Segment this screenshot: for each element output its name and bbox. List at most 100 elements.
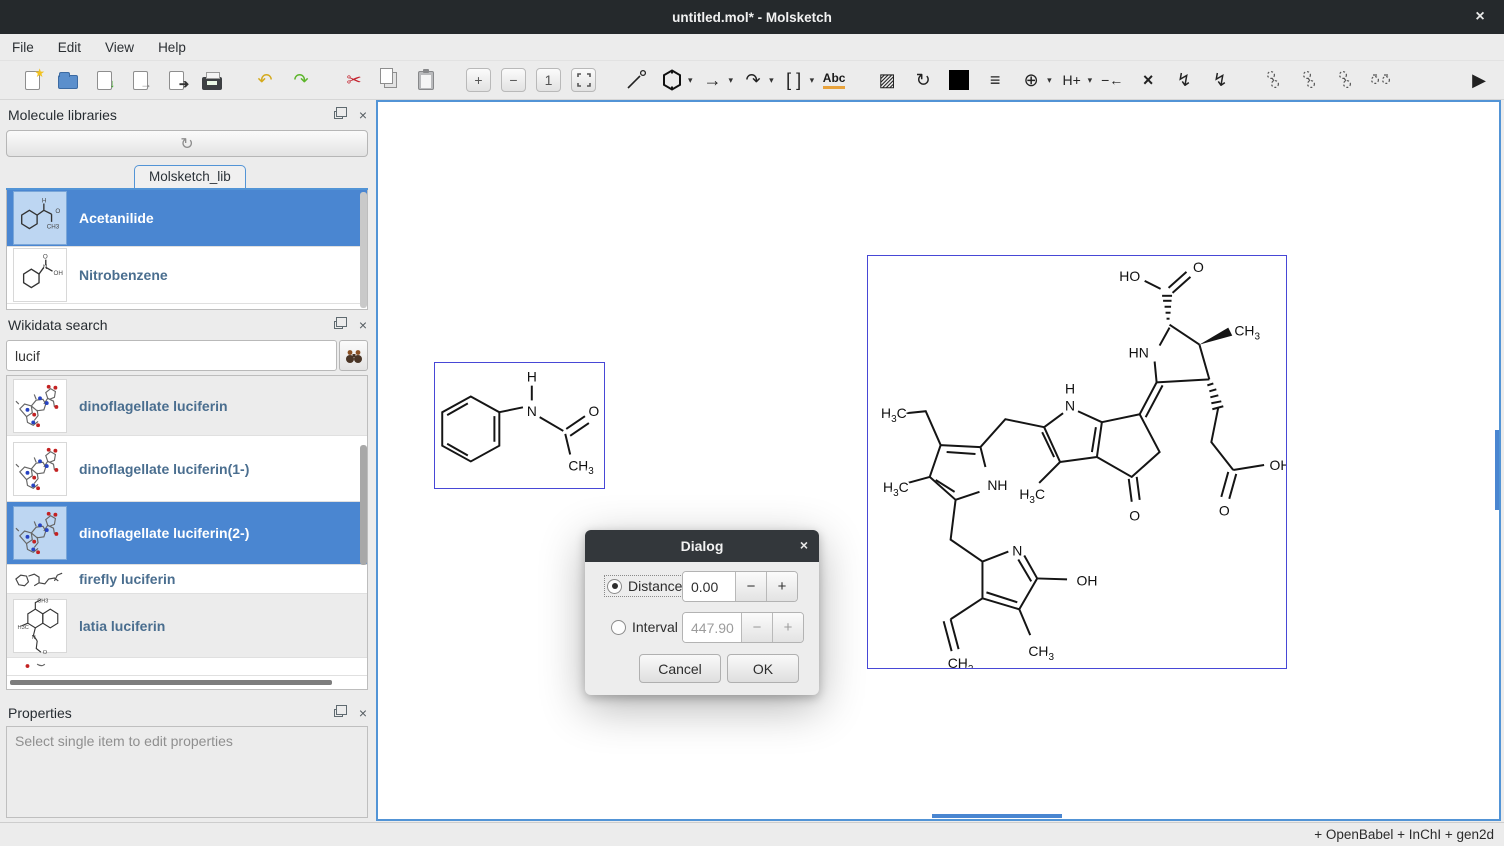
toolbar-overflow-button[interactable]: ▶ [1466, 67, 1492, 93]
wikidata-item-partial[interactable] [7, 658, 367, 676]
distance-value-field[interactable]: 0.00 [683, 572, 735, 601]
drawing-canvas[interactable]: HNOCH3 [376, 100, 1501, 821]
zoom-fit-button[interactable] [571, 68, 596, 92]
svg-text:H3C: H3C [883, 479, 909, 499]
hydrogen-add-tool-dropdown[interactable]: ▾ [1088, 75, 1093, 86]
canvas-hscroll-thumb[interactable] [932, 814, 1062, 818]
reaction-arrow-tool[interactable]: → [700, 67, 726, 93]
obabel-optimize-tool-2[interactable] [1296, 67, 1322, 93]
wikidata-item-firefly-luciferin[interactable]: firefly luciferin [7, 565, 367, 594]
interval-radio[interactable] [611, 620, 626, 635]
color-swatch-button[interactable] [946, 67, 972, 93]
svg-text:H: H [42, 198, 47, 205]
undo-button[interactable]: ↶ [252, 67, 278, 93]
zoom-original-button[interactable]: 1 [536, 68, 561, 92]
svg-text:N: N [1012, 543, 1022, 559]
library-item-nitrobenzene[interactable]: ONOHNitrobenzene [7, 247, 367, 304]
properties-placeholder: Select single item to edit properties [7, 727, 367, 755]
reaction-arrow-tool-dropdown[interactable]: ▾ [729, 75, 734, 86]
obabel-optimize-tool-3[interactable] [1332, 67, 1358, 93]
library-item-acetanilide[interactable]: HOCH3Acetanilide [7, 190, 367, 247]
obabel-optimize-tool-4[interactable] [1368, 67, 1394, 93]
distance-radio[interactable] [607, 579, 622, 594]
menu-edit[interactable]: Edit [46, 36, 93, 59]
save-button[interactable]: ↓ [91, 67, 117, 93]
dialog-window[interactable]: Dialog × Distance 0.00 − + Interval 447.… [585, 530, 819, 695]
draw-bond-tool[interactable] [623, 67, 649, 93]
zoom-out-button[interactable]: − [501, 68, 526, 92]
dialog-titlebar[interactable]: Dialog × [585, 530, 819, 562]
new-file-button[interactable]: ★ [19, 67, 45, 93]
wikidata-hscrollbar[interactable] [10, 680, 332, 685]
bracket-tool-dropdown[interactable]: ▾ [810, 75, 815, 86]
print-button[interactable] [199, 67, 225, 93]
bracket-tool[interactable]: [ ] [781, 67, 807, 93]
interval-decrement-button[interactable]: − [741, 613, 772, 642]
curved-arrow-tool[interactable]: ↷ [740, 67, 766, 93]
distance-radio-label: Distance [628, 578, 682, 594]
wikidata-close-icon[interactable]: × [359, 318, 367, 332]
wikidata-search-button[interactable] [339, 340, 368, 371]
ring-tool-dropdown[interactable]: ▾ [688, 75, 693, 86]
zoom-in-button[interactable]: + [466, 68, 491, 92]
obabel-optimize-tool-1[interactable] [1260, 67, 1286, 93]
cancel-button[interactable]: Cancel [639, 654, 721, 683]
window-titlebar[interactable]: untitled.mol* - Molsketch × [0, 0, 1504, 34]
delete-tool[interactable]: × [1135, 67, 1161, 93]
wikidata-float-icon[interactable] [334, 321, 343, 329]
library-refresh-button[interactable]: ↻ [6, 130, 368, 157]
dialog-title: Dialog [681, 538, 724, 554]
wikidata-item-latia-luciferin[interactable]: CH3H3CNOlatia luciferin [7, 594, 367, 658]
svg-text:H: H [1065, 380, 1075, 396]
properties-close-icon[interactable]: × [359, 706, 367, 720]
properties-float-icon[interactable] [334, 709, 343, 717]
export-button[interactable]: ➔ [163, 67, 189, 93]
selection-tool[interactable]: ▨ [874, 67, 900, 93]
status-bar: + OpenBabel + InChI + gen2d [0, 822, 1504, 846]
distance-decrement-button[interactable]: − [735, 572, 766, 601]
libraries-panel-header: Molecule libraries × [0, 103, 375, 127]
charge-tool[interactable]: ⊕ [1018, 67, 1044, 93]
hydrogen-remove-tool[interactable]: −← [1099, 67, 1125, 93]
charge-tool-dropdown[interactable]: ▾ [1047, 75, 1052, 86]
bond-wedge-tool[interactable]: ↯ [1171, 67, 1197, 93]
rotate-tool[interactable]: ↻ [910, 67, 936, 93]
interval-value-field[interactable]: 447.90 [683, 613, 741, 642]
libraries-close-icon[interactable]: × [359, 108, 367, 122]
cut-button[interactable]: ✂ [341, 67, 367, 93]
svg-text:OH: OH [1077, 572, 1098, 588]
library-vscrollbar[interactable] [360, 192, 367, 308]
open-button[interactable] [55, 67, 81, 93]
wikidata-item-dinoflagellate-luciferin[interactable]: dinoflagellate luciferin [7, 376, 367, 436]
tab-molsketch-lib[interactable]: Molsketch_lib [134, 165, 246, 188]
svg-text:CH2: CH2 [948, 655, 974, 668]
bond-hash-tool[interactable]: ↯ [1207, 67, 1233, 93]
hydrogen-add-tool[interactable]: H+ [1059, 67, 1085, 93]
distance-increment-button[interactable]: + [766, 572, 797, 601]
menu-file[interactable]: File [0, 36, 46, 59]
interval-radio-label: Interval [632, 619, 678, 635]
libraries-float-icon[interactable] [334, 111, 343, 119]
molecule-acetanilide[interactable]: HNOCH3 [434, 362, 605, 489]
menu-view[interactable]: View [93, 36, 146, 59]
menu-help[interactable]: Help [146, 36, 198, 59]
curved-arrow-tool-dropdown[interactable]: ▾ [769, 75, 774, 86]
import-button[interactable]: → [127, 67, 153, 93]
wikidata-vscrollbar[interactable] [360, 445, 367, 565]
wikidata-item-dinoflagellate-luciferin-2[interactable]: dinoflagellate luciferin(2-) [7, 502, 367, 565]
wikidata-item-dinoflagellate-luciferin-1[interactable]: dinoflagellate luciferin(1-) [7, 436, 367, 502]
window-close-button[interactable]: × [1470, 8, 1490, 26]
svg-text:N: N [527, 404, 537, 419]
line-width-button[interactable]: ≡ [982, 67, 1008, 93]
copy-button[interactable] [377, 67, 403, 93]
wikidata-search-input[interactable] [6, 340, 337, 371]
molecule-luciferin[interactable]: HOOCH3HNHNH3CH3CNHH3COOHOOHNCH3CH2 [867, 255, 1287, 669]
ring-tool[interactable] [659, 67, 685, 93]
dialog-close-button[interactable]: × [800, 537, 808, 553]
redo-button[interactable]: ↷ [288, 67, 314, 93]
canvas-vscroll-thumb[interactable] [1495, 430, 1499, 510]
interval-increment-button[interactable]: + [772, 613, 803, 642]
ok-button[interactable]: OK [727, 654, 799, 683]
text-tool[interactable]: Abc [821, 67, 847, 93]
paste-button[interactable] [413, 67, 439, 93]
